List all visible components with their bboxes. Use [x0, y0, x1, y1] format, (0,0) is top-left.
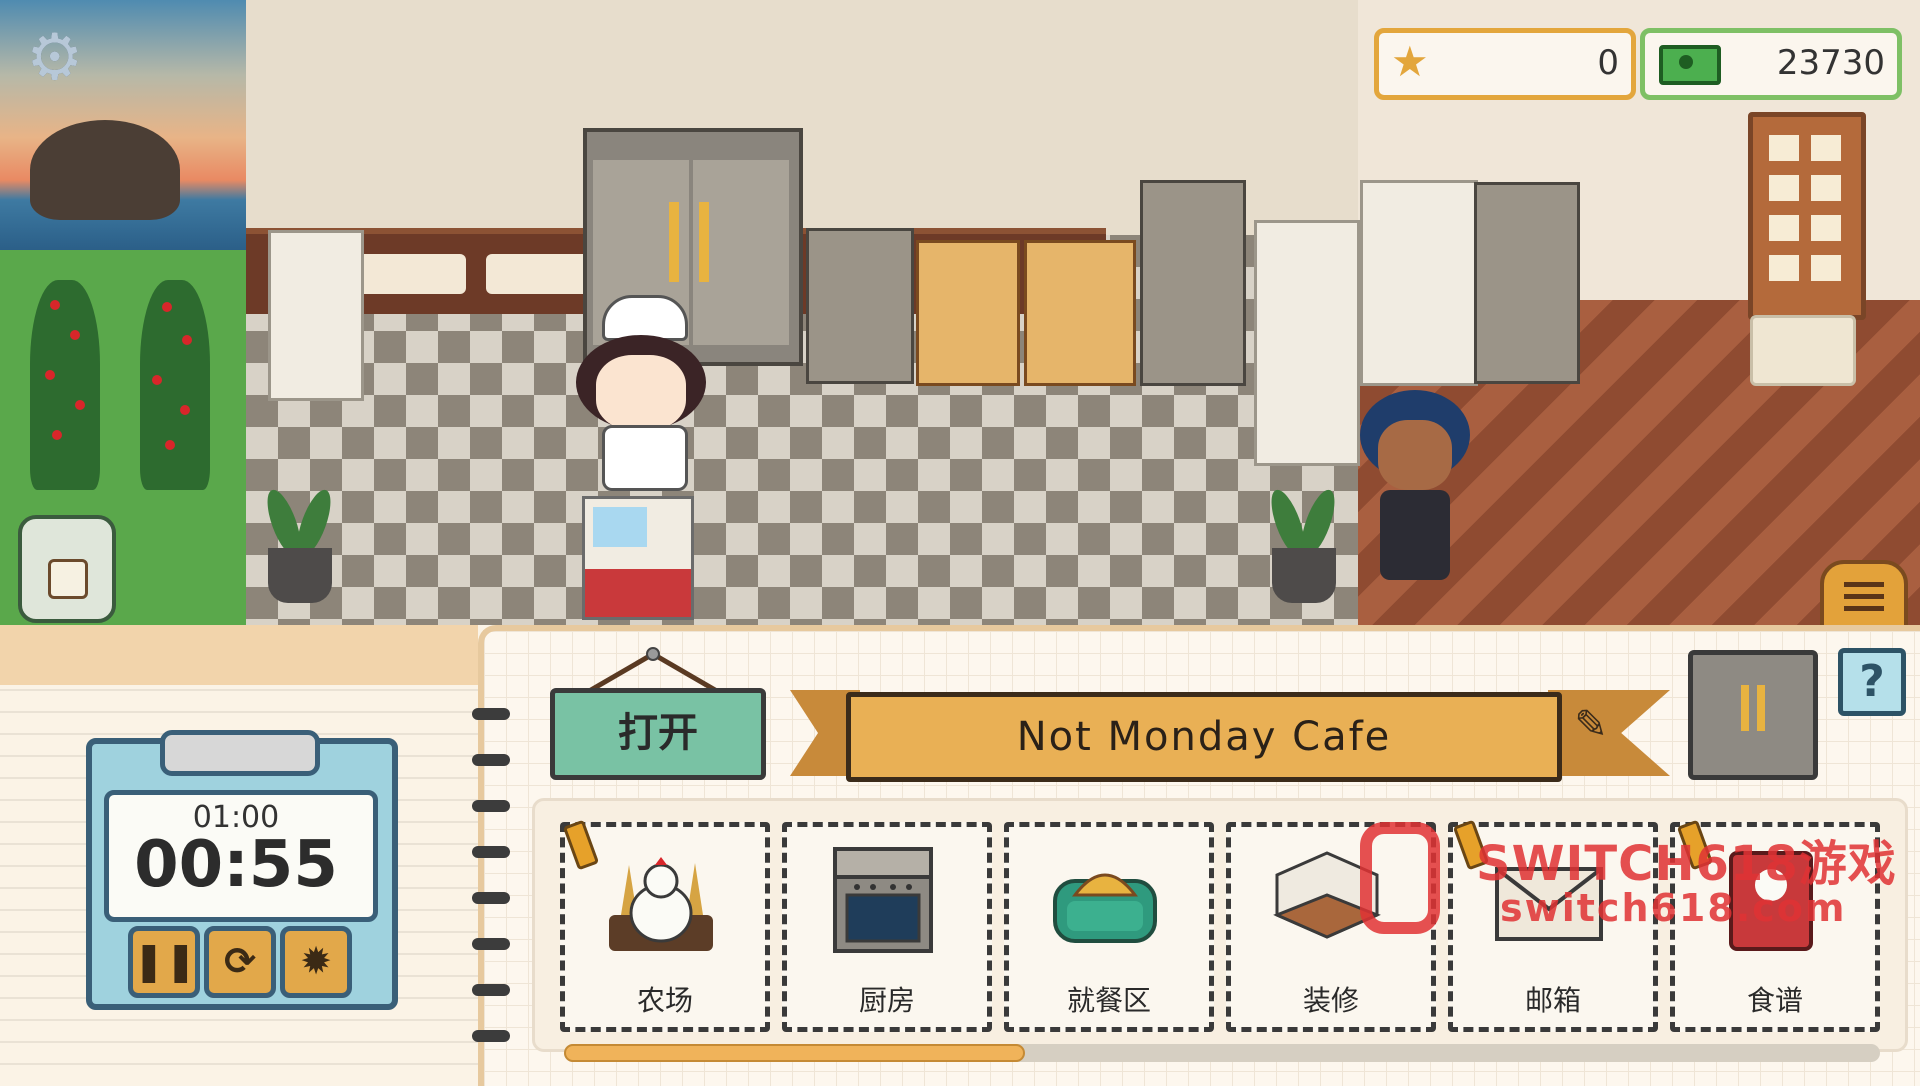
grinder-station[interactable]: [1024, 240, 1136, 386]
restart-icon: ⟳: [224, 939, 256, 983]
entrance-door: [1748, 112, 1866, 320]
coffee-station[interactable]: [916, 240, 1020, 386]
cafe-name-banner: Not Monday Cafe: [846, 692, 1562, 782]
coffee-bush: [30, 280, 100, 490]
watermark-logo: [1360, 822, 1440, 934]
gear-icon: ⚙: [26, 21, 84, 95]
menu-button[interactable]: [1820, 560, 1908, 625]
cake-display[interactable]: [1254, 220, 1360, 466]
island: [30, 120, 180, 220]
notebook-ring: [472, 1030, 510, 1042]
money-counter: 23730: [1640, 28, 1902, 100]
coffee-bush: [140, 280, 210, 490]
cash-icon: [1659, 45, 1721, 85]
potted-plant: [252, 486, 348, 608]
toaster-oven[interactable]: [1140, 180, 1246, 386]
prep-counter[interactable]: [268, 230, 364, 401]
farm-chicken-icon: [609, 857, 713, 951]
tile-label: 厨房: [858, 984, 915, 1017]
tile-dining[interactable]: 就餐区: [1004, 822, 1214, 1032]
notebook-ring: [472, 754, 510, 766]
money-value: 23730: [1776, 43, 1885, 83]
stars-value: 0: [1597, 43, 1619, 83]
tile-label: 食谱: [1746, 984, 1803, 1017]
door-mat: [1750, 315, 1856, 386]
tile-label: 装修: [1302, 984, 1359, 1017]
sofa-icon: [1053, 873, 1157, 943]
coffee-bean-jar[interactable]: [18, 515, 116, 623]
restart-button[interactable]: ⟳: [204, 926, 276, 998]
stars-counter: ★ 0: [1374, 28, 1636, 100]
ice-freezer[interactable]: [582, 496, 694, 620]
pencil-icon: ✎: [1574, 702, 1608, 748]
settings-icon: ✹: [300, 939, 332, 983]
notebook-ring: [472, 892, 510, 904]
timer-clip: [160, 730, 320, 776]
open-shop-button[interactable]: 打开: [550, 688, 766, 780]
settings-button[interactable]: ⚙: [26, 26, 90, 90]
notebook-ring: [472, 984, 510, 996]
pause-button[interactable]: ❚❚: [128, 926, 200, 998]
notebook-ring: [472, 938, 510, 950]
notebook-ring: [472, 800, 510, 812]
fridge-inventory-button[interactable]: [1688, 650, 1818, 780]
tile-kitchen[interactable]: 厨房: [782, 822, 992, 1032]
sink-counter[interactable]: [1360, 180, 1478, 386]
timer-countdown: 00:55: [134, 828, 338, 902]
waiter-character[interactable]: [1360, 380, 1470, 590]
tile-label: 农场: [636, 984, 693, 1017]
watermark-title: SWITCH618游戏: [1476, 836, 1897, 892]
game-scene[interactable]: ⚙ ★ 0 23730: [0, 0, 1920, 625]
microwave[interactable]: [1474, 182, 1580, 384]
tile-label: 就餐区: [1066, 984, 1151, 1017]
oven[interactable]: [806, 228, 914, 384]
timer-panel-header: [0, 625, 478, 685]
help-button[interactable]: ?: [1838, 648, 1906, 716]
progress-fill: [564, 1044, 1025, 1062]
star-icon: ★: [1391, 37, 1429, 86]
stove-icon: [833, 847, 933, 953]
chef-character[interactable]: [566, 295, 716, 505]
notebook-ring: [472, 846, 510, 858]
potted-plant: [1256, 486, 1352, 608]
tile-label: 邮箱: [1524, 984, 1581, 1017]
pause-icon: ❚❚: [133, 939, 197, 983]
notebook-ring: [472, 708, 510, 720]
watermark-url: switch618.com: [1500, 886, 1847, 930]
edit-name-button[interactable]: ✎: [1566, 700, 1616, 750]
timer-settings-button[interactable]: ✹: [280, 926, 352, 998]
